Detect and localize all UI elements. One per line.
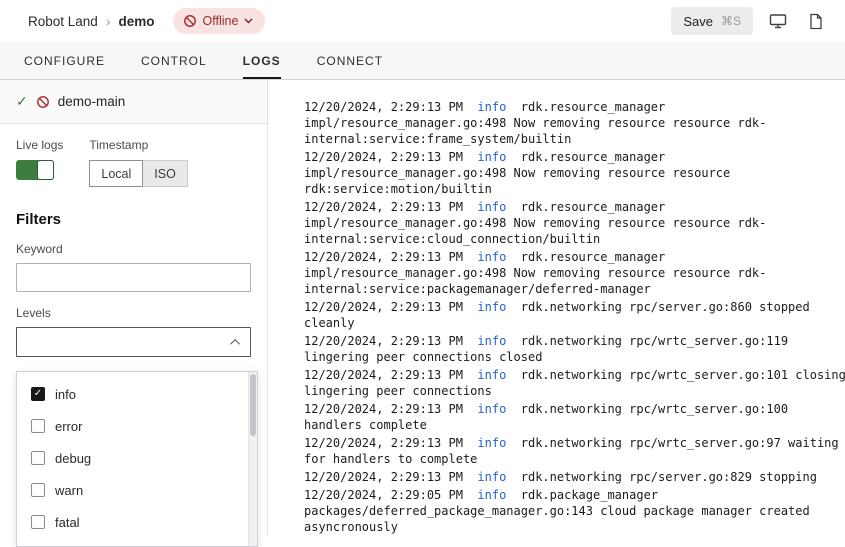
log-level[interactable]: info — [477, 100, 506, 114]
log-panel: 12/20/2024, 2:29:13 PM info rdk.resource… — [268, 80, 845, 536]
log-level[interactable]: info — [477, 250, 506, 264]
checkbox[interactable] — [31, 419, 45, 433]
checkbox[interactable] — [31, 483, 45, 497]
breadcrumb: Robot Land › demo — [28, 13, 155, 29]
content: ✓ demo-main Live logs Timestamp Local — [0, 80, 845, 536]
timestamp-segmented: Local ISO — [89, 160, 187, 187]
save-button[interactable]: Save ⌘S — [671, 7, 753, 35]
chevron-up-icon — [230, 338, 240, 348]
tab[interactable]: CONNECT — [317, 42, 383, 79]
tab[interactable]: CONTROL — [141, 42, 207, 79]
checkbox[interactable] — [31, 387, 45, 401]
tab[interactable]: LOGS — [243, 42, 281, 79]
level-option-label: error — [55, 419, 82, 434]
checkbox[interactable] — [31, 451, 45, 465]
toggle-knob — [37, 160, 54, 180]
log-level[interactable]: info — [477, 436, 506, 450]
log-entry: 12/20/2024, 2:29:13 PM info rdk.networki… — [304, 435, 845, 467]
filters-title: Filters — [0, 187, 267, 228]
log-entry: 12/20/2024, 2:29:13 PM info rdk.networki… — [304, 333, 845, 365]
level-option-label: warn — [55, 483, 83, 498]
log-level[interactable]: info — [477, 150, 506, 164]
document-icon[interactable] — [803, 8, 829, 34]
log-entry: 12/20/2024, 2:29:13 PM info rdk.networki… — [304, 367, 845, 399]
log-level[interactable]: info — [477, 300, 506, 314]
status-badge-label: Offline — [203, 14, 239, 28]
chevron-down-icon — [244, 18, 253, 24]
timestamp-option-local[interactable]: Local — [89, 160, 143, 187]
levels-label: Levels — [16, 306, 251, 320]
levels-list: info error debug warn fatal — [17, 372, 257, 544]
breadcrumb-org[interactable]: Robot Land — [28, 14, 98, 29]
levels-dropdown: info error debug warn fatal — [16, 371, 258, 547]
check-icon: ✓ — [16, 93, 28, 110]
sidebar: ✓ demo-main Live logs Timestamp Local — [0, 80, 268, 536]
log-level[interactable]: info — [477, 402, 506, 416]
log-level[interactable]: info — [477, 470, 506, 484]
log-entry: 12/20/2024, 2:29:13 PM info rdk.resource… — [304, 99, 845, 147]
display-icon[interactable] — [765, 8, 791, 34]
log-entry: 12/20/2024, 2:29:13 PM info rdk.resource… — [304, 199, 845, 247]
tab-label: LOGS — [243, 54, 281, 68]
timestamp-option-iso[interactable]: ISO — [142, 160, 188, 187]
status-badge[interactable]: Offline — [173, 8, 266, 34]
machine-offline-icon — [36, 95, 50, 109]
part-name: demo-main — [58, 94, 126, 109]
levels-field: Levels — [0, 292, 267, 357]
log-entry: 12/20/2024, 2:29:13 PM info rdk.resource… — [304, 249, 845, 297]
keyword-label: Keyword — [16, 242, 251, 256]
log-entry: 12/20/2024, 2:29:13 PM info rdk.networki… — [304, 299, 845, 331]
tab-bar: CONFIGURE CONTROL LOGS CONNECT — [0, 42, 845, 80]
checkbox[interactable] — [31, 515, 45, 529]
level-option-label: debug — [55, 451, 91, 466]
tab[interactable]: CONFIGURE — [24, 42, 105, 79]
timestamp-label: Timestamp — [89, 138, 187, 152]
keyword-input[interactable] — [16, 263, 251, 292]
levels-select[interactable] — [16, 327, 251, 357]
tab-label: CONFIGURE — [24, 54, 105, 68]
scrollbar[interactable] — [248, 372, 257, 546]
log-entry: 12/20/2024, 2:29:05 PM info rdk.package_… — [304, 487, 845, 535]
offline-icon — [183, 14, 197, 28]
live-logs-toggle[interactable] — [16, 160, 54, 180]
log-level[interactable]: info — [477, 334, 506, 348]
save-shortcut: ⌘S — [721, 14, 741, 28]
log-entry: 12/20/2024, 2:29:13 PM info rdk.resource… — [304, 149, 845, 197]
breadcrumb-separator: › — [106, 13, 111, 29]
log-level[interactable]: info — [477, 368, 506, 382]
tab-label: CONNECT — [317, 54, 383, 68]
log-entry: 12/20/2024, 2:29:13 PM info rdk.networki… — [304, 401, 845, 433]
level-option[interactable]: warn — [17, 474, 257, 506]
part-row[interactable]: ✓ demo-main — [0, 80, 267, 124]
level-option-label: fatal — [55, 515, 80, 530]
live-logs-control: Live logs — [16, 138, 63, 187]
live-logs-label: Live logs — [16, 138, 63, 152]
tab-label: CONTROL — [141, 54, 207, 68]
level-option[interactable]: error — [17, 410, 257, 442]
level-option[interactable]: fatal — [17, 506, 257, 538]
save-button-label: Save — [683, 14, 713, 29]
level-option[interactable]: debug — [17, 442, 257, 474]
top-header: Robot Land › demo Offline Save ⌘S — [0, 0, 845, 42]
level-option[interactable]: info — [17, 378, 257, 410]
log-level[interactable]: info — [477, 200, 506, 214]
scrollbar-thumb[interactable] — [250, 374, 256, 436]
breadcrumb-machine[interactable]: demo — [118, 14, 154, 29]
log-entry: 12/20/2024, 2:29:13 PM info rdk.networki… — [304, 469, 845, 485]
keyword-field: Keyword — [0, 228, 267, 292]
timestamp-control: Timestamp Local ISO — [89, 138, 187, 187]
level-option-label: info — [55, 387, 76, 402]
log-level[interactable]: info — [477, 488, 506, 502]
log-list: 12/20/2024, 2:29:13 PM info rdk.resource… — [268, 80, 845, 535]
